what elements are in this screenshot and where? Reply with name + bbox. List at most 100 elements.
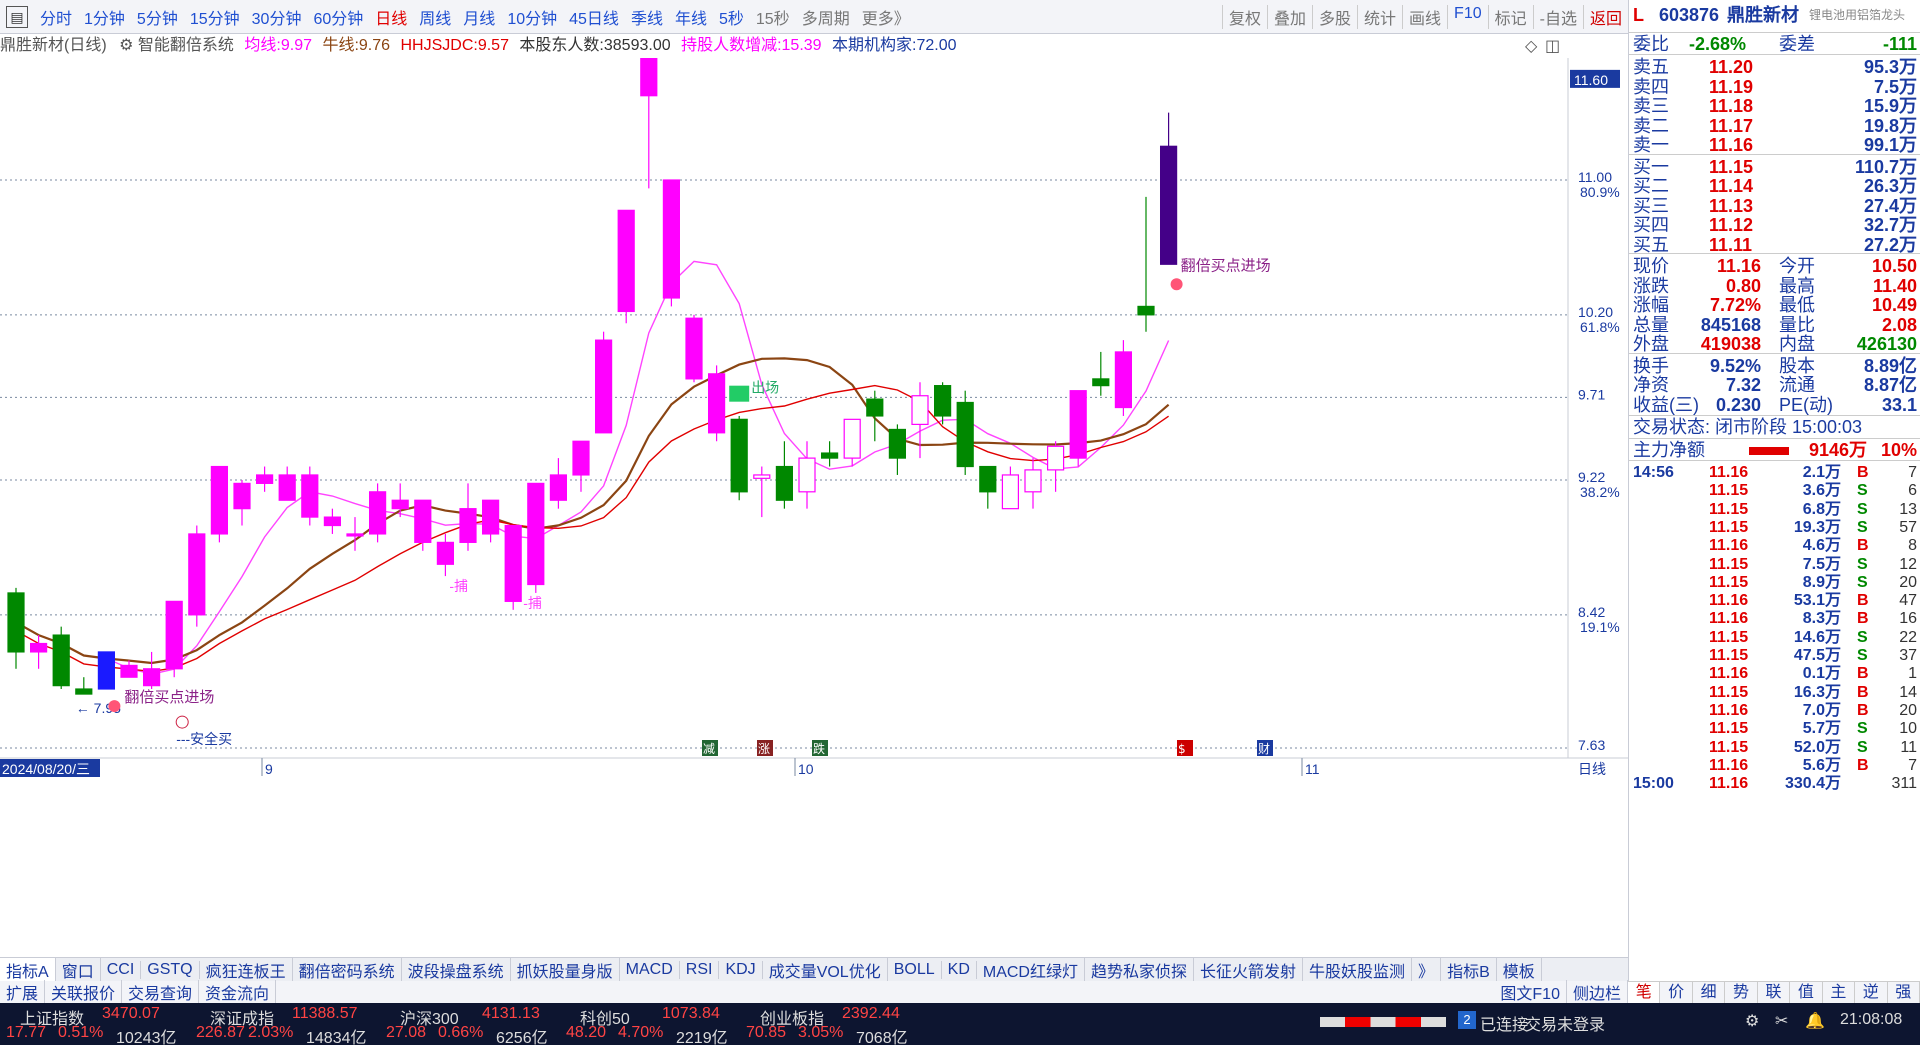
candle[interactable]: [730, 418, 748, 493]
indicator-tab-16[interactable]: 长征火箭发射: [1194, 957, 1304, 982]
indicator-tab-18[interactable]: 》: [1412, 957, 1442, 982]
period-1[interactable]: 1分钟: [78, 5, 131, 29]
period-0[interactable]: 分时: [34, 5, 78, 29]
period-10[interactable]: 45日线: [563, 5, 625, 29]
bottom-tab-1[interactable]: 关联报价: [45, 980, 123, 1004]
bell-icon[interactable]: 🔔: [1805, 1011, 1825, 1031]
grid-menu-icon[interactable]: ▤: [6, 5, 28, 28]
indicator-tab-10[interactable]: KDJ: [719, 960, 763, 979]
period-16[interactable]: 更多》: [856, 5, 916, 29]
candle[interactable]: [210, 465, 228, 535]
indicator-tab-7[interactable]: 抓妖股量身版: [511, 957, 620, 982]
period-15[interactable]: 多周期: [796, 5, 856, 29]
trade-login-status[interactable]: 交易未登录: [1525, 1011, 1605, 1035]
candle[interactable]: [798, 457, 816, 493]
period-11[interactable]: 季线: [625, 5, 669, 29]
tools-icon[interactable]: ✂: [1775, 1011, 1788, 1031]
f10-sidebar-tab[interactable]: 图文F10: [1494, 980, 1567, 1004]
candle[interactable]: [527, 482, 545, 586]
candle[interactable]: [301, 474, 319, 518]
period-8[interactable]: 月线: [457, 5, 501, 29]
indicator-tab-17[interactable]: 牛股妖股监测: [1303, 957, 1413, 982]
candle[interactable]: [640, 58, 658, 97]
tool-6[interactable]: 标记: [1487, 4, 1533, 29]
indicator-tab-4[interactable]: 疯狂连板王: [200, 957, 293, 982]
candle[interactable]: [572, 440, 590, 476]
indicator-tab-9[interactable]: RSI: [680, 960, 720, 979]
candle[interactable]: [188, 533, 206, 616]
bottom-tab-2[interactable]: 交易查询: [122, 980, 200, 1004]
quote-tab-5[interactable]: 值: [1790, 982, 1823, 1003]
candle[interactable]: [707, 373, 726, 434]
candle[interactable]: [52, 634, 70, 687]
candle[interactable]: [143, 668, 161, 687]
candle[interactable]: [7, 592, 25, 653]
candle[interactable]: [911, 395, 929, 425]
indicator-tab-6[interactable]: 波段操盘系统: [402, 957, 511, 982]
candle[interactable]: [1046, 445, 1065, 471]
tool-5[interactable]: F10: [1447, 4, 1488, 29]
candle[interactable]: [97, 651, 116, 690]
period-3[interactable]: 15分钟: [184, 5, 246, 29]
candle[interactable]: [459, 508, 477, 543]
tool-4[interactable]: 画线: [1402, 4, 1447, 29]
settings-icon[interactable]: ⚙: [1745, 1011, 1759, 1031]
candle[interactable]: [685, 317, 703, 380]
tool-0[interactable]: 复权: [1221, 4, 1267, 29]
tool-2[interactable]: 多股: [1312, 4, 1357, 29]
indicator-tab-5[interactable]: 翻倍密码系统: [293, 957, 402, 982]
candle[interactable]: [1069, 390, 1087, 459]
candle[interactable]: [75, 688, 93, 695]
indicator-tab-12[interactable]: BOLL: [888, 960, 942, 979]
candle[interactable]: [888, 428, 907, 459]
quote-tab-2[interactable]: 细: [1693, 982, 1726, 1003]
candle[interactable]: [504, 524, 522, 602]
quote-tab-7[interactable]: 逆: [1855, 982, 1888, 1003]
candle[interactable]: [391, 499, 409, 510]
candle[interactable]: [753, 474, 771, 479]
candle[interactable]: [30, 642, 48, 653]
indicator-tab-15[interactable]: 趋势私家侦探: [1085, 957, 1195, 982]
candle[interactable]: [278, 474, 296, 501]
indicator-tab-1[interactable]: 窗口: [56, 957, 101, 982]
candle[interactable]: [369, 491, 387, 535]
candle[interactable]: [820, 452, 839, 459]
candle[interactable]: [165, 600, 183, 670]
candle[interactable]: [346, 533, 364, 537]
tool-8[interactable]: 返回: [1582, 4, 1628, 29]
quote-tab-8[interactable]: 强: [1888, 982, 1920, 1003]
quote-tab-4[interactable]: 联: [1758, 982, 1791, 1003]
candle[interactable]: [1159, 145, 1178, 265]
period-4[interactable]: 30分钟: [246, 5, 308, 29]
candle[interactable]: [482, 499, 500, 535]
candle[interactable]: [549, 474, 568, 501]
candle[interactable]: [1024, 469, 1042, 493]
indicator-tab-8[interactable]: MACD: [620, 960, 680, 979]
candle[interactable]: [933, 385, 952, 417]
period-13[interactable]: 5秒: [713, 5, 750, 29]
indicator-tab-14[interactable]: MACD红绿灯: [977, 957, 1085, 982]
candle[interactable]: [866, 398, 884, 417]
candle[interactable]: [436, 541, 454, 565]
candle[interactable]: [1114, 351, 1133, 409]
tool-7[interactable]: -自选: [1532, 4, 1583, 29]
quote-tab-6[interactable]: 主: [1823, 982, 1856, 1003]
period-6[interactable]: 日线: [369, 5, 413, 29]
settings-gear-icon[interactable]: ⚙: [119, 37, 133, 54]
quote-tab-3[interactable]: 势: [1725, 982, 1758, 1003]
diamond-icon[interactable]: ◇: [1525, 36, 1537, 56]
indicator-tab-19[interactable]: 指标B: [1441, 957, 1497, 982]
panel-toggle-icon[interactable]: ◫: [1545, 36, 1560, 56]
kline-chart[interactable]: 11.60 11.0080.9% 10.2061.8% 9.71 9.2238.2% 8.…: [0, 58, 1628, 938]
candle[interactable]: [1092, 378, 1110, 387]
candle[interactable]: [594, 339, 613, 434]
candle[interactable]: [956, 401, 974, 468]
candle[interactable]: [775, 465, 794, 501]
candle[interactable]: [233, 482, 251, 510]
candle[interactable]: [1001, 474, 1020, 510]
period-14[interactable]: 15秒: [750, 5, 796, 29]
candle[interactable]: [414, 499, 432, 543]
indicator-tab-20[interactable]: 模板: [1497, 957, 1542, 982]
candle[interactable]: [256, 474, 274, 484]
period-9[interactable]: 10分钟: [501, 5, 563, 29]
